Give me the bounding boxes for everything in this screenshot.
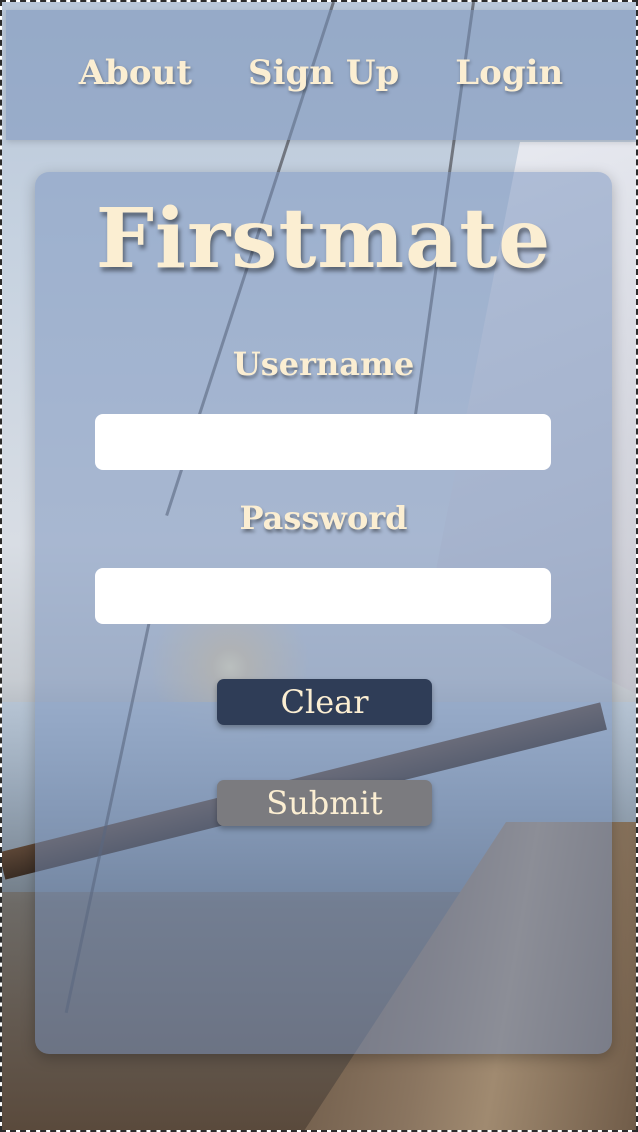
page: About Sign Up Login Firstmate Username P… [0,0,638,1132]
nav-about-link[interactable]: About [79,53,192,93]
brand-title: Firstmate [95,191,552,287]
password-input[interactable] [95,568,551,624]
nav-login-link[interactable]: Login [455,53,563,93]
login-card: Firstmate Username Password Clear Submit [35,172,612,1054]
top-nav: About Sign Up Login [6,10,636,140]
nav-signup-link[interactable]: Sign Up [248,53,399,93]
username-label: Username [232,345,415,383]
clear-button[interactable]: Clear [217,679,432,725]
username-input[interactable] [95,414,551,470]
password-label: Password [239,499,408,537]
submit-button[interactable]: Submit [217,780,432,826]
